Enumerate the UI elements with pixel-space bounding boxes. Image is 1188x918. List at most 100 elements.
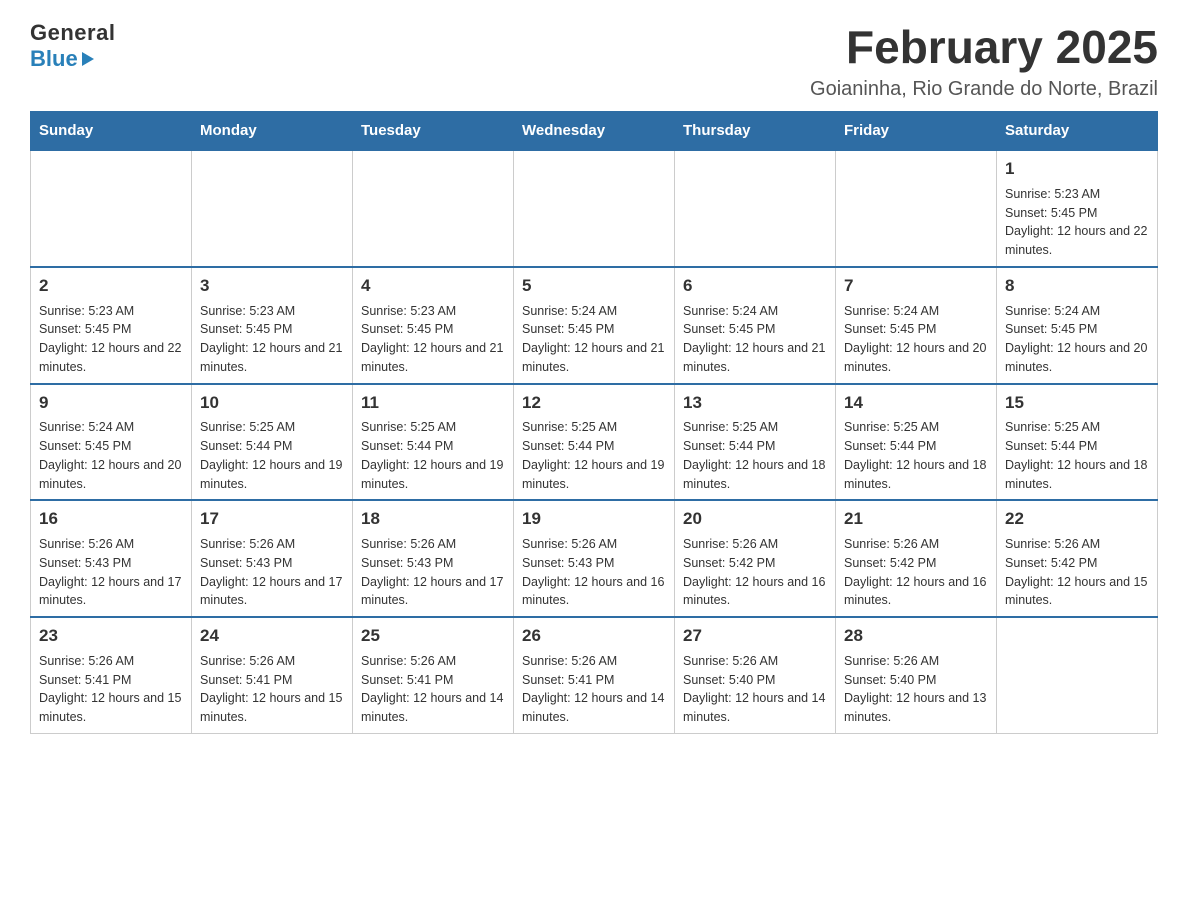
col-header-wednesday: Wednesday bbox=[514, 112, 675, 151]
col-header-thursday: Thursday bbox=[675, 112, 836, 151]
calendar-cell: 9 Sunrise: 5:24 AM Sunset: 5:45 PM Daylig… bbox=[31, 384, 192, 501]
calendar-week-row: 2Sunrise: 5:23 AM Sunset: 5:45 PM Daylig… bbox=[31, 267, 1158, 384]
calendar-week-row: 23 Sunrise: 5:26 AM Sunset: 5:41 PM Dayli… bbox=[31, 617, 1158, 733]
calendar-cell: 13 Sunrise: 5:25 AM Sunset: 5:44 PM Dayli… bbox=[675, 384, 836, 501]
day-info: Sunrise: 5:23 AM Sunset: 5:45 PM Dayligh… bbox=[39, 302, 183, 377]
day-number: 15 bbox=[1005, 391, 1149, 415]
day-info: Sunrise: 5:26 AM Sunset: 5:43 PM Dayligh… bbox=[522, 535, 666, 610]
day-number: 28 bbox=[844, 624, 988, 648]
day-info: Sunrise: 5:23 AM Sunset: 5:45 PM Dayligh… bbox=[1005, 185, 1149, 260]
day-number: 1 bbox=[1005, 157, 1149, 181]
day-number: 20 bbox=[683, 507, 827, 531]
day-number: 17 bbox=[200, 507, 344, 531]
calendar-cell: 6Sunrise: 5:24 AM Sunset: 5:45 PM Daylig… bbox=[675, 267, 836, 384]
calendar-cell bbox=[353, 150, 514, 267]
day-number: 4 bbox=[361, 274, 505, 298]
day-number: 22 bbox=[1005, 507, 1149, 531]
day-number: 6 bbox=[683, 274, 827, 298]
calendar-week-row: 9 Sunrise: 5:24 AM Sunset: 5:45 PM Daylig… bbox=[31, 384, 1158, 501]
calendar-cell bbox=[514, 150, 675, 267]
day-info: Sunrise: 5:26 AM Sunset: 5:41 PM Dayligh… bbox=[522, 652, 666, 727]
day-number: 25 bbox=[361, 624, 505, 648]
day-number: 27 bbox=[683, 624, 827, 648]
day-info: Sunrise: 5:25 AM Sunset: 5:44 PM Dayligh… bbox=[1005, 418, 1149, 493]
day-number: 16 bbox=[39, 507, 183, 531]
calendar-cell bbox=[31, 150, 192, 267]
calendar-cell: 21 Sunrise: 5:26 AM Sunset: 5:42 PM Dayli… bbox=[836, 500, 997, 617]
calendar-cell: 23 Sunrise: 5:26 AM Sunset: 5:41 PM Dayli… bbox=[31, 617, 192, 733]
col-header-friday: Friday bbox=[836, 112, 997, 151]
main-title: February 2025 bbox=[810, 20, 1158, 74]
calendar-cell: 3 Sunrise: 5:23 AM Sunset: 5:45 PM Daylig… bbox=[192, 267, 353, 384]
calendar-cell: 26 Sunrise: 5:26 AM Sunset: 5:41 PM Dayli… bbox=[514, 617, 675, 733]
title-block: February 2025 Goianinha, Rio Grande do N… bbox=[810, 20, 1158, 101]
calendar-cell: 14Sunrise: 5:25 AM Sunset: 5:44 PM Dayli… bbox=[836, 384, 997, 501]
calendar-week-row: 1 Sunrise: 5:23 AM Sunset: 5:45 PM Daylig… bbox=[31, 150, 1158, 267]
day-info: Sunrise: 5:26 AM Sunset: 5:42 PM Dayligh… bbox=[844, 535, 988, 610]
calendar-cell: 19 Sunrise: 5:26 AM Sunset: 5:43 PM Dayli… bbox=[514, 500, 675, 617]
calendar-cell: 17 Sunrise: 5:26 AM Sunset: 5:43 PM Dayli… bbox=[192, 500, 353, 617]
calendar-cell bbox=[675, 150, 836, 267]
day-info: Sunrise: 5:25 AM Sunset: 5:44 PM Dayligh… bbox=[522, 418, 666, 493]
calendar-cell bbox=[192, 150, 353, 267]
calendar-week-row: 16 Sunrise: 5:26 AM Sunset: 5:43 PM Dayli… bbox=[31, 500, 1158, 617]
subtitle: Goianinha, Rio Grande do Norte, Brazil bbox=[810, 78, 1158, 101]
calendar-cell: 1 Sunrise: 5:23 AM Sunset: 5:45 PM Daylig… bbox=[997, 150, 1158, 267]
day-number: 5 bbox=[522, 274, 666, 298]
day-number: 9 bbox=[39, 391, 183, 415]
calendar-cell: 16Sunrise: 5:26 AM Sunset: 5:43 PM Dayli… bbox=[31, 500, 192, 617]
calendar-cell: 22 Sunrise: 5:26 AM Sunset: 5:42 PM Dayli… bbox=[997, 500, 1158, 617]
day-number: 19 bbox=[522, 507, 666, 531]
calendar-cell: 10 Sunrise: 5:25 AM Sunset: 5:44 PM Dayli… bbox=[192, 384, 353, 501]
day-number: 10 bbox=[200, 391, 344, 415]
calendar-cell: 12Sunrise: 5:25 AM Sunset: 5:44 PM Dayli… bbox=[514, 384, 675, 501]
day-number: 26 bbox=[522, 624, 666, 648]
day-number: 23 bbox=[39, 624, 183, 648]
day-info: Sunrise: 5:23 AM Sunset: 5:45 PM Dayligh… bbox=[200, 302, 344, 377]
calendar-cell: 11Sunrise: 5:25 AM Sunset: 5:44 PM Dayli… bbox=[353, 384, 514, 501]
logo-blue: Blue bbox=[30, 46, 115, 72]
day-info: Sunrise: 5:24 AM Sunset: 5:45 PM Dayligh… bbox=[1005, 302, 1149, 377]
logo: General Blue bbox=[30, 20, 115, 72]
day-number: 14 bbox=[844, 391, 988, 415]
day-number: 21 bbox=[844, 507, 988, 531]
col-header-tuesday: Tuesday bbox=[353, 112, 514, 151]
day-info: Sunrise: 5:26 AM Sunset: 5:41 PM Dayligh… bbox=[39, 652, 183, 727]
calendar-cell: 5Sunrise: 5:24 AM Sunset: 5:45 PM Daylig… bbox=[514, 267, 675, 384]
day-info: Sunrise: 5:23 AM Sunset: 5:45 PM Dayligh… bbox=[361, 302, 505, 377]
calendar-cell: 18 Sunrise: 5:26 AM Sunset: 5:43 PM Dayli… bbox=[353, 500, 514, 617]
day-info: Sunrise: 5:24 AM Sunset: 5:45 PM Dayligh… bbox=[39, 418, 183, 493]
calendar-cell: 20Sunrise: 5:26 AM Sunset: 5:42 PM Dayli… bbox=[675, 500, 836, 617]
day-info: Sunrise: 5:26 AM Sunset: 5:42 PM Dayligh… bbox=[1005, 535, 1149, 610]
calendar-cell: 25Sunrise: 5:26 AM Sunset: 5:41 PM Dayli… bbox=[353, 617, 514, 733]
day-info: Sunrise: 5:26 AM Sunset: 5:43 PM Dayligh… bbox=[361, 535, 505, 610]
col-header-saturday: Saturday bbox=[997, 112, 1158, 151]
calendar-cell: 28Sunrise: 5:26 AM Sunset: 5:40 PM Dayli… bbox=[836, 617, 997, 733]
day-info: Sunrise: 5:26 AM Sunset: 5:43 PM Dayligh… bbox=[200, 535, 344, 610]
calendar-cell bbox=[836, 150, 997, 267]
day-number: 24 bbox=[200, 624, 344, 648]
calendar-cell: 2Sunrise: 5:23 AM Sunset: 5:45 PM Daylig… bbox=[31, 267, 192, 384]
day-info: Sunrise: 5:24 AM Sunset: 5:45 PM Dayligh… bbox=[844, 302, 988, 377]
calendar-cell: 27 Sunrise: 5:26 AM Sunset: 5:40 PM Dayli… bbox=[675, 617, 836, 733]
day-number: 8 bbox=[1005, 274, 1149, 298]
day-info: Sunrise: 5:26 AM Sunset: 5:41 PM Dayligh… bbox=[200, 652, 344, 727]
logo-arrow-icon bbox=[82, 52, 94, 66]
day-number: 13 bbox=[683, 391, 827, 415]
calendar-cell: 7Sunrise: 5:24 AM Sunset: 5:45 PM Daylig… bbox=[836, 267, 997, 384]
logo-text: General Blue bbox=[30, 20, 115, 72]
day-info: Sunrise: 5:25 AM Sunset: 5:44 PM Dayligh… bbox=[200, 418, 344, 493]
day-info: Sunrise: 5:26 AM Sunset: 5:40 PM Dayligh… bbox=[683, 652, 827, 727]
day-number: 3 bbox=[200, 274, 344, 298]
calendar-cell: 4 Sunrise: 5:23 AM Sunset: 5:45 PM Daylig… bbox=[353, 267, 514, 384]
day-number: 11 bbox=[361, 391, 505, 415]
day-info: Sunrise: 5:25 AM Sunset: 5:44 PM Dayligh… bbox=[683, 418, 827, 493]
calendar-cell bbox=[997, 617, 1158, 733]
calendar-cell: 8 Sunrise: 5:24 AM Sunset: 5:45 PM Daylig… bbox=[997, 267, 1158, 384]
calendar-cell: 24 Sunrise: 5:26 AM Sunset: 5:41 PM Dayli… bbox=[192, 617, 353, 733]
col-header-monday: Monday bbox=[192, 112, 353, 151]
logo-general: General bbox=[30, 20, 115, 46]
col-header-sunday: Sunday bbox=[31, 112, 192, 151]
day-number: 18 bbox=[361, 507, 505, 531]
calendar-cell: 15 Sunrise: 5:25 AM Sunset: 5:44 PM Dayli… bbox=[997, 384, 1158, 501]
